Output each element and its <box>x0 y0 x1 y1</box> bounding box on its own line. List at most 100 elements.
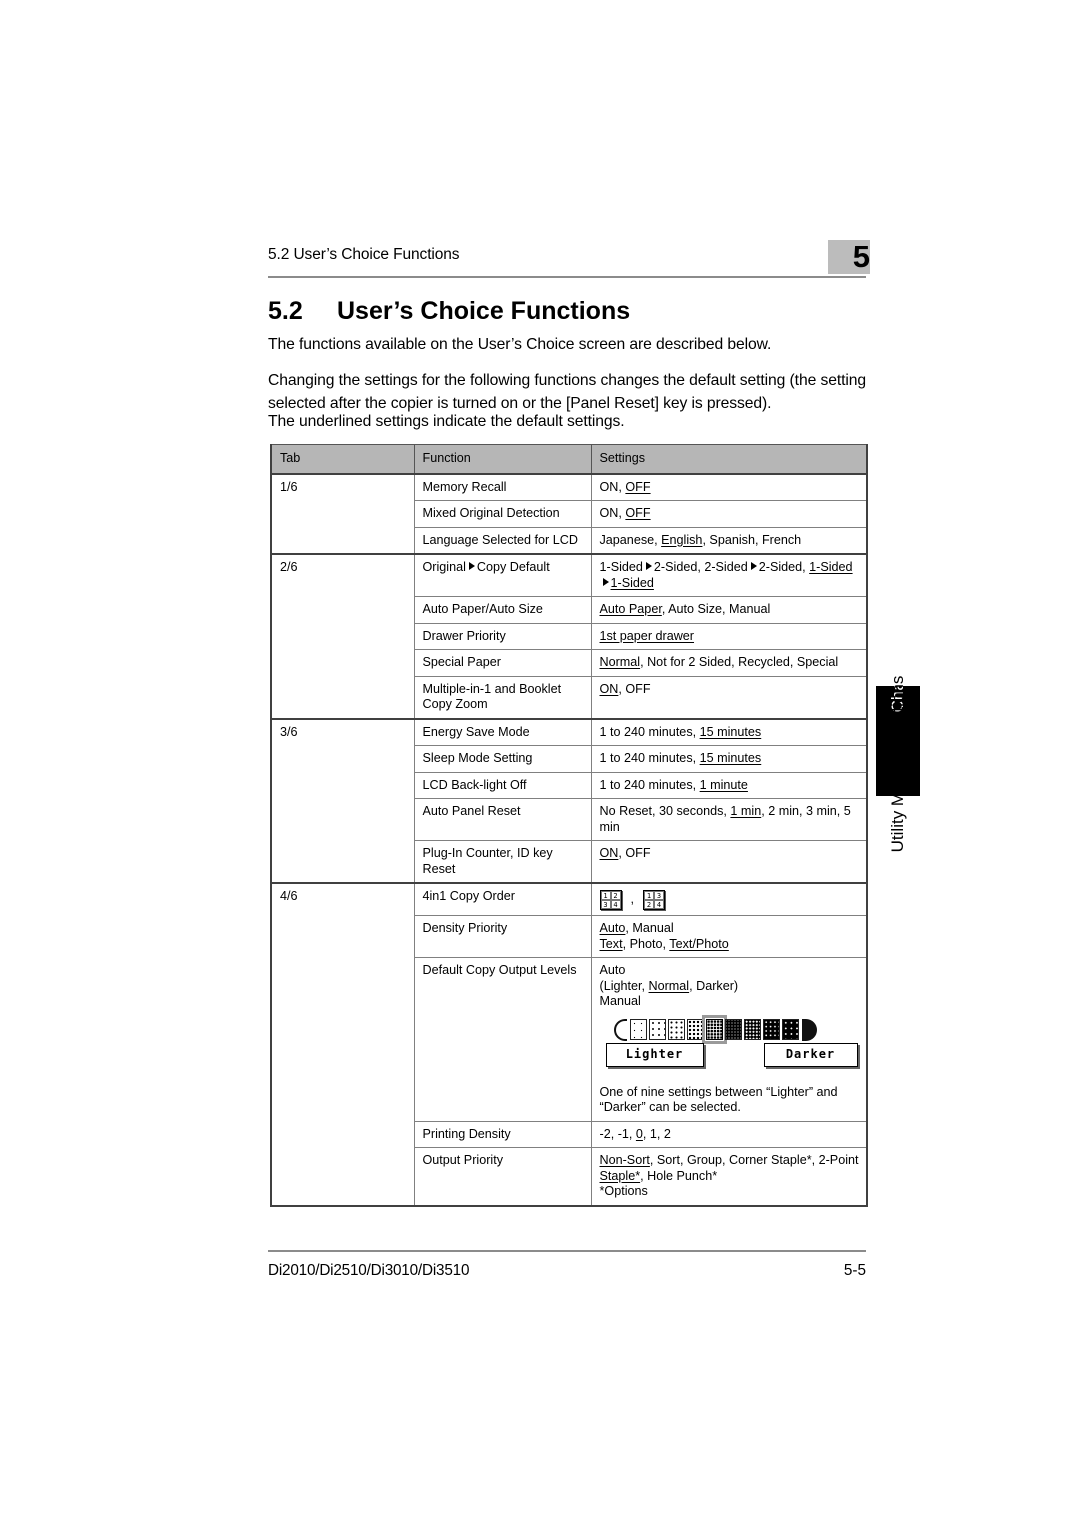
settings-cell: 1 to 240 minutes, 15 minutes <box>590 745 868 773</box>
table-row: 4/6 4in1 Copy Order 1 2 3 4, 1 3 2 4 <box>270 882 868 1207</box>
table-row: 1/6 Memory Recall ON, OFF <box>270 472 868 555</box>
settings-cell: -2, -1, 0, 1, 2 <box>590 1120 868 1148</box>
function-cell: Density Priority <box>413 915 592 958</box>
density-step-2[interactable] <box>648 1019 666 1040</box>
side-section-tab: Utility Mode Operations <box>876 676 920 1020</box>
function-cell: Drawer Priority <box>413 622 592 650</box>
intro-paragraph-3: The underlined settings indicate the def… <box>268 413 625 430</box>
intro-paragraph-2: Changing the settings for the following … <box>268 372 866 412</box>
function-cell: 4in1 Copy Order <box>413 882 592 916</box>
user-choice-functions-table: Tab Function Settings 1/6 Memory Recall ON… <box>270 444 868 1207</box>
tab-cell-1-6: 1/6 <box>270 472 415 555</box>
tab-cell-4-6: 4/6 <box>270 882 415 1207</box>
table-row: 3/6 Energy Save Mode 1 to 240 minutes, 15 … <box>270 717 868 884</box>
function-cell: Auto Paper/Auto Size <box>413 596 592 624</box>
table-body: 1/6 Memory Recall ON, OFF Mixed Original De… <box>270 472 868 1207</box>
settings-line: *Options <box>599 1184 648 1198</box>
footer-models: Di2010/Di2510/Di3010/Di3510 <box>268 1262 470 1279</box>
section-number: 5.2 <box>268 297 303 325</box>
order-cell: 3 <box>600 900 611 909</box>
lighter-cap-icon <box>613 1018 627 1041</box>
settings-cell: 1 to 240 minutes, 15 minutes <box>590 717 868 746</box>
settings-cell: Auto (Lighter, Normal, Darker) Manual Light… <box>590 957 868 1122</box>
running-header: 5.2 User’s Choice Functions <box>268 246 460 263</box>
order-cell: 3 <box>654 891 664 900</box>
settings-line: Non-Sort, Sort, Group, Corner Staple*, 2… <box>599 1153 859 1167</box>
settings-cell: ON, OFF <box>590 472 868 501</box>
order-cell: 4 <box>610 900 621 909</box>
settings-line: Manual <box>599 994 641 1008</box>
function-cell: Plug-In Counter, ID key Reset <box>413 840 592 884</box>
footer-page-number: 5-5 <box>843 1262 866 1279</box>
density-step-5[interactable] <box>701 1015 727 1044</box>
chapter-number: 5 <box>852 239 870 274</box>
density-note: One of nine settings between “Lighter” a… <box>599 1084 838 1115</box>
function-cell: Mixed Original Detection <box>413 500 592 528</box>
density-steps <box>613 1015 817 1044</box>
order-cell: 2 <box>644 900 654 909</box>
intro-paragraph-1: The functions available on the User’s Ch… <box>268 336 772 353</box>
density-slider-figure: Lighter Darker <box>605 1015 872 1079</box>
density-step-6[interactable] <box>724 1019 742 1040</box>
settings-cell: 1 to 240 minutes, 1 minute <box>590 771 868 799</box>
right-arrow-icon <box>602 577 609 586</box>
density-step-3[interactable] <box>667 1019 685 1040</box>
table-header: Tab Function Settings <box>270 444 868 474</box>
function-cell: Multiple-in-1 and Booklet Copy Zoom <box>413 675 592 719</box>
function-cell: Sleep Mode Setting <box>413 745 592 773</box>
order-cell: 4 <box>654 900 664 909</box>
copy-order-horizontal-icon: 1234 <box>599 890 622 910</box>
function-cell: Original Copy Default <box>413 553 592 597</box>
function-cell: Special Paper <box>413 649 592 677</box>
density-step-4[interactable] <box>686 1019 704 1040</box>
tab-cell-2-6: 2/6 <box>270 553 415 720</box>
darker-cap-icon <box>801 1018 817 1041</box>
copy-order-vertical-icon: 1324 <box>643 890 665 910</box>
function-cell: Default Copy Output Levels <box>413 957 592 1122</box>
settings-cell: Normal, Not for 2 Sided, Recycled, Speci… <box>590 649 868 677</box>
settings-cell: ON, OFF <box>590 840 868 884</box>
right-arrow-icon <box>645 562 652 570</box>
header-rule <box>268 276 866 278</box>
settings-line: (Lighter, Normal, Darker) <box>599 978 739 993</box>
order-separator: , <box>630 892 635 907</box>
settings-cell: Japanese, English, Spanish, French <box>590 526 868 555</box>
footer-rule <box>268 1250 866 1252</box>
settings-cell: 1-Sided 2-Sided, 2-Sided 2-Sided, 1-Sided 1… <box>590 553 868 597</box>
settings-cell: 1st paper drawer <box>590 622 868 650</box>
order-cell: 2 <box>610 891 621 900</box>
settings-cell: No Reset, 30 seconds, 1 min, 2 min, 3 mi… <box>590 798 868 841</box>
function-cell: Auto Panel Reset <box>413 798 592 841</box>
settings-line: Staple*, Hole Punch* <box>599 1168 718 1183</box>
order-cell: 1 <box>644 891 654 900</box>
page-title: User’s Choice Functions <box>337 297 631 325</box>
column-header-tab: Tab <box>270 444 415 474</box>
order-cell: 1 <box>600 891 611 900</box>
settings-cell: Non-Sort, Sort, Group, Corner Staple*, 2… <box>590 1147 868 1207</box>
side-section-label: Utility Mode Operations <box>888 675 907 853</box>
darker-button[interactable]: Darker <box>763 1042 858 1067</box>
settings-cell: 1234,1324 <box>590 882 868 916</box>
lighter-button[interactable]: Lighter <box>605 1042 704 1067</box>
settings-line: Auto, Manual <box>599 921 674 935</box>
copy-order-figure: 1234,1324 <box>599 889 860 910</box>
column-header-settings: Settings <box>590 444 868 474</box>
settings-cell: ON, OFF <box>590 500 868 528</box>
function-cell: Energy Save Mode <box>413 717 592 746</box>
document-page: 5.2 User’s Choice Functions 5 5.2 User’s… <box>0 0 1080 1528</box>
settings-line: Auto <box>599 963 626 977</box>
density-step-9[interactable] <box>781 1019 799 1040</box>
right-arrow-icon <box>750 562 757 570</box>
density-step-7[interactable] <box>743 1019 761 1040</box>
density-step-1[interactable] <box>629 1019 647 1040</box>
function-cell: Language Selected for LCD <box>413 526 592 555</box>
table-row: 2/6 Original Copy Default 1-Sided 2-Sided, 2… <box>270 553 868 720</box>
function-cell: Printing Density <box>413 1120 592 1148</box>
function-cell: Memory Recall <box>413 472 592 501</box>
tab-cell-3-6: 3/6 <box>270 717 415 884</box>
settings-line: Text, Photo, Text/Photo <box>599 936 729 951</box>
column-header-function: Function <box>413 444 592 474</box>
density-step-8[interactable] <box>762 1019 780 1040</box>
function-cell: LCD Back-light Off <box>413 771 592 799</box>
settings-cell: ON, OFF <box>590 675 868 719</box>
